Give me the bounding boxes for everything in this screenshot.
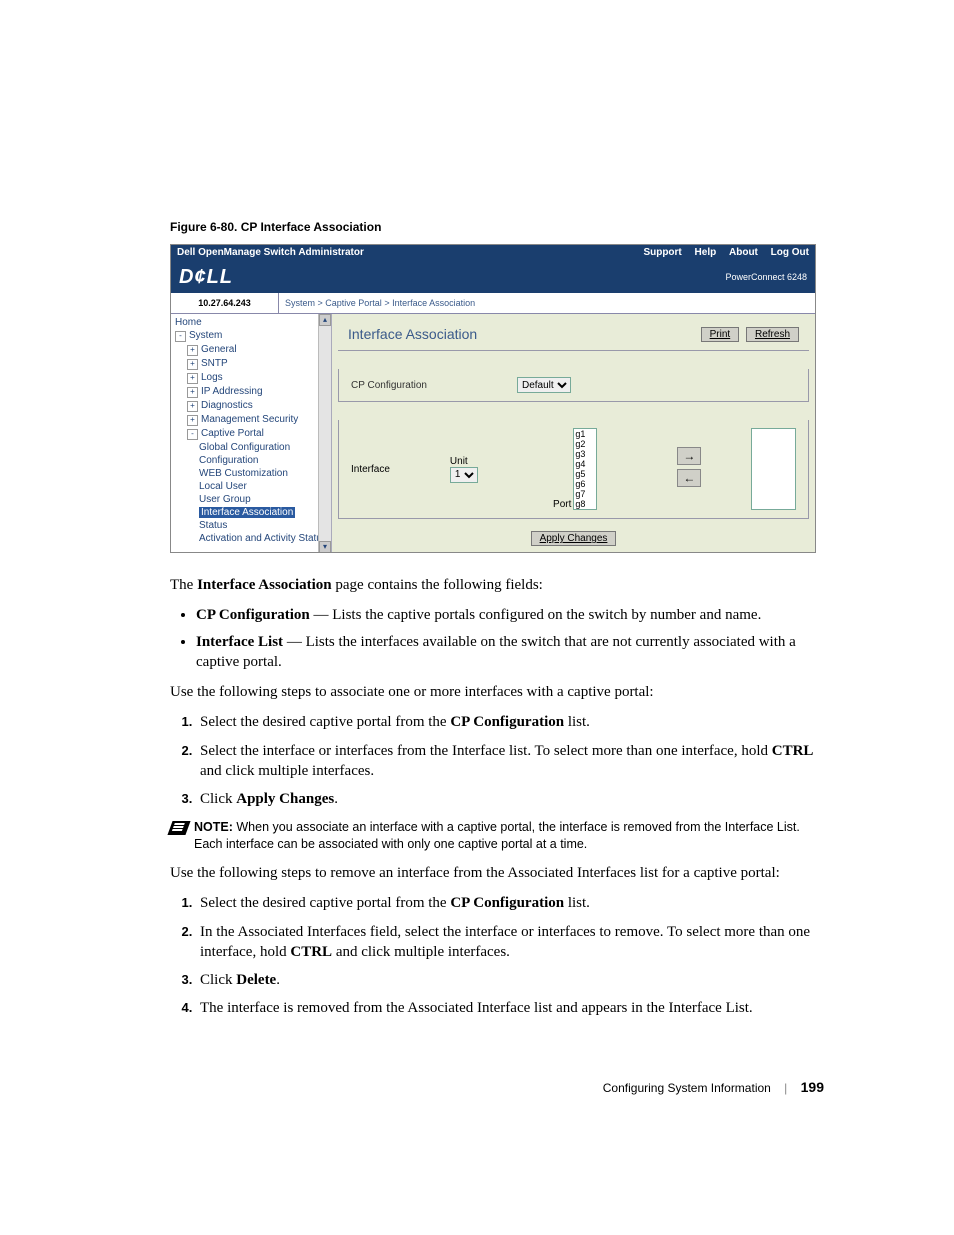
link-help[interactable]: Help bbox=[695, 247, 717, 258]
nav-item[interactable]: +IP Addressing bbox=[175, 385, 331, 399]
apply-changes-button[interactable]: Apply Changes bbox=[531, 531, 617, 546]
print-button[interactable]: Print bbox=[701, 327, 740, 342]
nav-item[interactable]: Local User bbox=[175, 480, 331, 493]
nav-item[interactable]: Global Configuration bbox=[175, 441, 331, 454]
assoc-step: Click Apply Changes. bbox=[196, 789, 824, 809]
crumb-2: Interface Association bbox=[392, 298, 475, 308]
nav-item[interactable]: +Diagnostics bbox=[175, 399, 331, 413]
nav-item[interactable]: User Group bbox=[175, 493, 331, 506]
nav-item[interactable]: WEB Customization bbox=[175, 467, 331, 480]
dell-logo: D¢LL bbox=[179, 266, 233, 289]
link-logout[interactable]: Log Out bbox=[771, 247, 809, 258]
remove-step: The interface is removed from the Associ… bbox=[196, 998, 824, 1018]
move-right-button[interactable]: → bbox=[677, 447, 701, 465]
nav-item[interactable]: -System bbox=[175, 329, 331, 343]
window-title: Dell OpenManage Switch Administrator bbox=[177, 245, 364, 261]
page-footer: Configuring System Information | 199 bbox=[170, 1079, 824, 1095]
crumb-1[interactable]: Captive Portal bbox=[325, 298, 382, 308]
note-block: NOTE: When you associate an interface wi… bbox=[170, 819, 824, 853]
unit-label: Unit bbox=[450, 456, 468, 467]
assoc-step: Select the desired captive portal from t… bbox=[196, 712, 824, 732]
field-bullet: Interface List — Lists the interfaces av… bbox=[196, 632, 824, 673]
port-option[interactable]: g6 bbox=[574, 479, 596, 489]
assoc-step: Select the interface or interfaces from … bbox=[196, 741, 824, 782]
crumb-0[interactable]: System bbox=[285, 298, 315, 308]
footer-page-number: 199 bbox=[801, 1079, 824, 1095]
document-body: The Interface Association page contains … bbox=[170, 575, 824, 1019]
intro-paragraph: The Interface Association page contains … bbox=[170, 575, 824, 595]
note-label: NOTE: bbox=[194, 820, 233, 834]
port-option[interactable]: g7 bbox=[574, 489, 596, 499]
scroll-up-icon[interactable]: ▴ bbox=[319, 314, 331, 326]
field-bullet: CP Configuration — Lists the captive por… bbox=[196, 605, 824, 625]
associated-listbox[interactable] bbox=[751, 428, 796, 510]
port-label: Port bbox=[553, 499, 571, 510]
port-option[interactable]: g4 bbox=[574, 459, 596, 469]
nav-item[interactable]: Interface Association bbox=[175, 506, 331, 519]
nav-item[interactable]: Configuration bbox=[175, 454, 331, 467]
remove-lead: Use the following steps to remove an int… bbox=[170, 863, 824, 883]
footer-section: Configuring System Information bbox=[603, 1081, 771, 1095]
figure-caption: Figure 6-80. CP Interface Association bbox=[170, 220, 824, 234]
nav-tree[interactable]: Home-System+General+SNTP+Logs+IP Address… bbox=[171, 314, 332, 553]
content-area: Interface Association Print Refresh CP C… bbox=[332, 314, 815, 553]
panel-title: Interface Association bbox=[348, 326, 477, 342]
ip-address: 10.27.64.243 bbox=[171, 293, 279, 313]
remove-step: Click Delete. bbox=[196, 970, 824, 990]
interface-label: Interface bbox=[351, 464, 390, 475]
remove-steps-list: Select the desired captive portal from t… bbox=[196, 893, 824, 1018]
cp-config-label: CP Configuration bbox=[351, 380, 427, 391]
assoc-lead: Use the following steps to associate one… bbox=[170, 682, 824, 702]
nav-item[interactable]: Home bbox=[175, 316, 331, 329]
nav-scrollbar[interactable]: ▴ ▾ bbox=[318, 314, 331, 553]
nav-item[interactable]: Activation and Activity Status bbox=[175, 532, 331, 545]
assoc-steps-list: Select the desired captive portal from t… bbox=[196, 712, 824, 809]
link-support[interactable]: Support bbox=[643, 247, 681, 258]
cp-config-block: CP Configuration Default bbox=[338, 369, 809, 402]
nav-item[interactable]: Status bbox=[175, 519, 331, 532]
port-option[interactable]: g5 bbox=[574, 469, 596, 479]
nav-item[interactable]: +Logs bbox=[175, 371, 331, 385]
port-listbox[interactable]: g1g2g3g4g5g6g7g8 bbox=[573, 428, 597, 510]
window-titlebar: Dell OpenManage Switch Administrator Sup… bbox=[171, 245, 815, 261]
nav-item[interactable]: +SNTP bbox=[175, 357, 331, 371]
nav-item[interactable]: -Captive Portal bbox=[175, 427, 331, 441]
refresh-button[interactable]: Refresh bbox=[746, 327, 799, 342]
cp-config-select[interactable]: Default bbox=[517, 377, 571, 393]
remove-step: Select the desired captive portal from t… bbox=[196, 893, 824, 913]
link-about[interactable]: About bbox=[729, 247, 758, 258]
move-left-button[interactable]: ← bbox=[677, 469, 701, 487]
unit-select[interactable]: 1 bbox=[450, 467, 478, 483]
nav-item[interactable]: +General bbox=[175, 343, 331, 357]
port-option[interactable]: g2 bbox=[574, 439, 596, 449]
model-label: PowerConnect 6248 bbox=[725, 272, 807, 282]
note-text: When you associate an interface with a c… bbox=[194, 820, 800, 851]
port-option[interactable]: g3 bbox=[574, 449, 596, 459]
scroll-down-icon[interactable]: ▾ bbox=[319, 541, 331, 553]
note-icon bbox=[167, 821, 190, 835]
brand-bar: D¢LL PowerConnect 6248 bbox=[171, 261, 815, 293]
screenshot-panel: Dell OpenManage Switch Administrator Sup… bbox=[170, 244, 816, 553]
field-bullet-list: CP Configuration — Lists the captive por… bbox=[196, 605, 824, 672]
nav-item[interactable]: +Management Security bbox=[175, 413, 331, 427]
port-option[interactable]: g8 bbox=[574, 499, 596, 509]
interface-block: Interface Unit 1 Port g1g2g3g4g5g6g7g8 →… bbox=[338, 420, 809, 519]
breadcrumb-row: 10.27.64.243 System > Captive Portal > I… bbox=[171, 293, 815, 314]
port-option[interactable]: g1 bbox=[574, 429, 596, 439]
title-links: Support Help About Log Out bbox=[633, 245, 809, 261]
breadcrumb: System > Captive Portal > Interface Asso… bbox=[279, 293, 815, 313]
remove-step: In the Associated Interfaces field, sele… bbox=[196, 922, 824, 963]
